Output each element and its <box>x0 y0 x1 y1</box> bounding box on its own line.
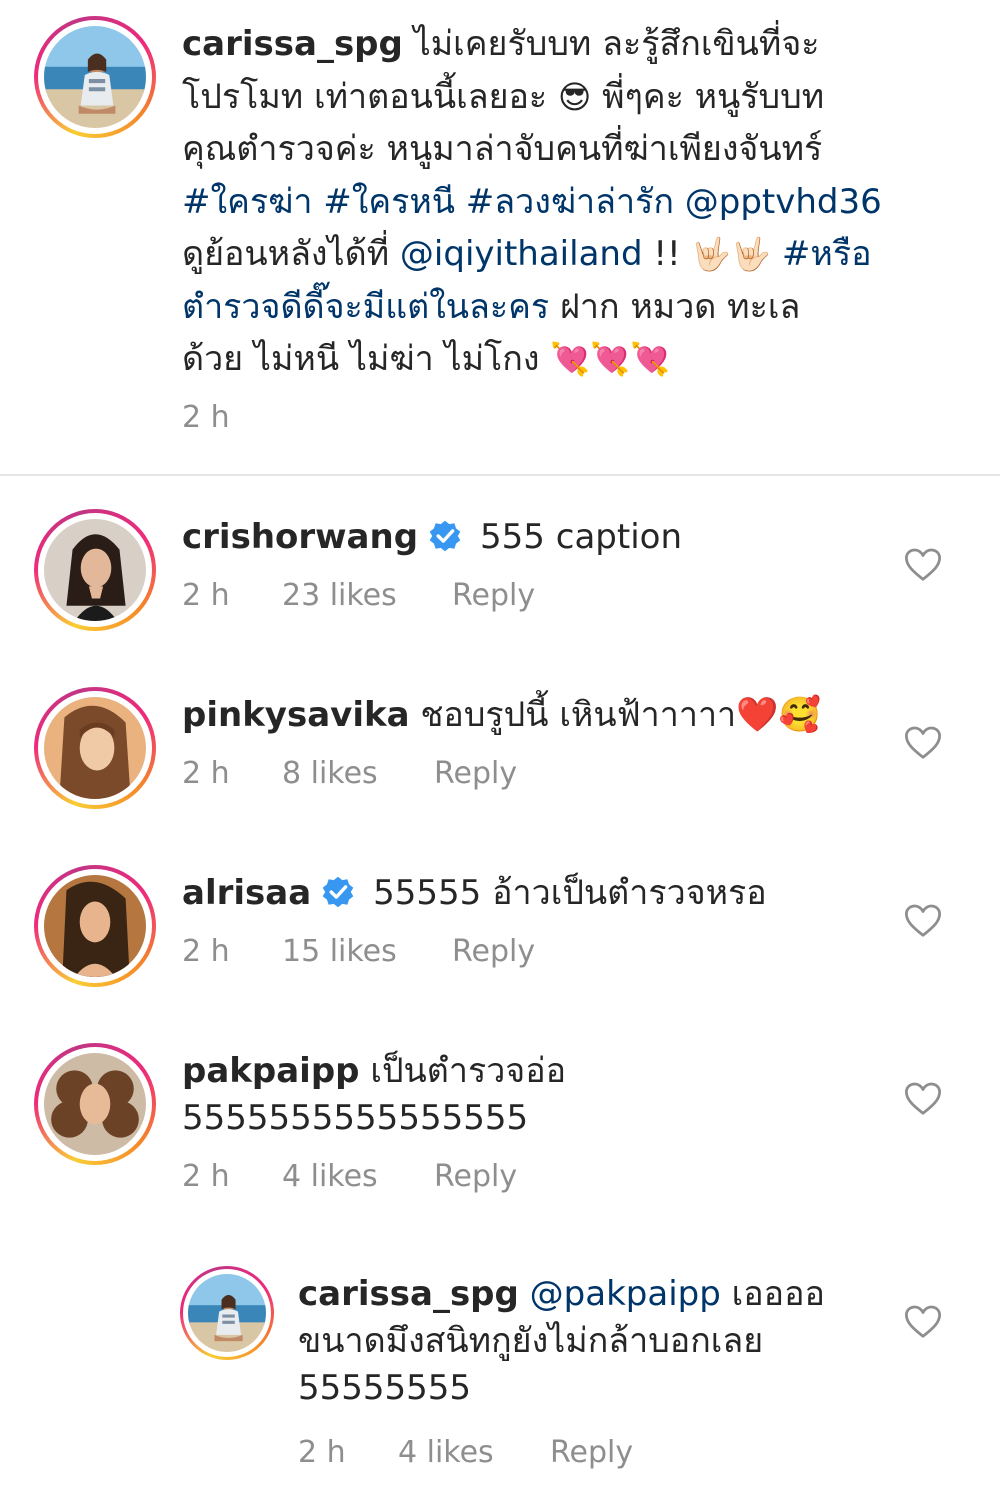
reply-comment: carissa_spg @pakpaipp เออออ ขนาดมึงสนิทก… <box>298 1271 878 1412</box>
caption-text: ไม่เคยรับบท ละรู้สึกเขินที่จะ <box>413 24 820 64</box>
mention-link[interactable]: @pakpaipp <box>530 1274 721 1314</box>
hashtag-link[interactable]: ตำรวจดีดี๊จะมีแต่ในละคร <box>182 287 549 327</box>
heart-outline-icon[interactable] <box>904 547 942 583</box>
comment: pinkysavika ชอบรูปนี้ เหินฟ้าาาาา❤️🥰 <box>182 692 882 739</box>
reply-button[interactable]: Reply <box>434 756 517 791</box>
comment-meta: 2 h 8 likes Reply <box>182 756 517 791</box>
avatar[interactable] <box>34 1043 156 1165</box>
comment-time: 2 h <box>182 756 230 791</box>
comment-text: 55555 อ้าวเป็นตำรวจหรอ <box>373 873 767 913</box>
reply-button[interactable]: Reply <box>434 1159 517 1194</box>
comment-time: 2 h <box>182 934 230 969</box>
post-meta: 2 h <box>182 400 230 435</box>
comment-username[interactable]: crishorwang <box>182 517 418 557</box>
comment-username[interactable]: carissa_spg <box>298 1274 519 1314</box>
post-time: 2 h <box>182 400 230 435</box>
caption-text: พี่ๆคะ หนูรับบท <box>602 76 825 117</box>
hashtag-link[interactable]: #หรือ <box>782 234 872 274</box>
heart-outline-icon[interactable] <box>904 903 942 939</box>
hashtag-link[interactable]: #ใครหนี <box>323 182 455 222</box>
comment-text: ชอบรูปนี้ เหินฟ้าาาาา❤️🥰 <box>420 695 821 735</box>
heart-outline-icon[interactable] <box>904 1081 942 1117</box>
comment-time: 2 h <box>182 578 230 613</box>
comment: alrisaa 55555 อ้าวเป็นตำรวจหรอ <box>182 870 882 917</box>
cool-emoji: 😎 <box>557 77 592 116</box>
comment-text: ขนาดมึงสนิทกูยังไม่กล้าบอกเลย <box>298 1321 764 1361</box>
avatar[interactable] <box>34 687 156 809</box>
caption-text: โปรโมท เท่าตอนนี้เลยอะ <box>182 76 548 117</box>
comment-text: 55555555 <box>298 1368 472 1408</box>
avatar-beach-photo <box>44 26 146 128</box>
comment-likes[interactable]: 4 likes <box>398 1435 550 1470</box>
hearts-emoji: 💘💘💘 <box>550 340 670 378</box>
comment-text: เป็นตำรวจอ่อ <box>370 1051 567 1091</box>
comment-meta: 2 h 4 likes Reply <box>182 1159 517 1194</box>
caption-text: ฝาก หมวด ทะเล <box>549 286 801 327</box>
comment-time: 2 h <box>298 1435 346 1470</box>
comment-text: 555 caption <box>480 517 682 557</box>
avatar-beach-photo <box>188 1274 266 1352</box>
avatar[interactable] <box>34 865 156 987</box>
mention-link[interactable]: @pptvhd36 <box>685 182 882 222</box>
avatar[interactable] <box>34 509 156 631</box>
avatar-portrait-photo <box>44 1053 146 1155</box>
caption-text: ดูย้อนหลังได้ที่ <box>182 234 390 274</box>
verified-badge-icon <box>429 520 461 552</box>
mention-link[interactable]: @iqiyithailand <box>400 234 643 274</box>
comment: crishorwang 555 caption <box>182 514 882 561</box>
comment-meta: 2 h 15 likes Reply <box>182 934 535 969</box>
avatar[interactable] <box>34 16 156 138</box>
caption-text: คุณตำรวจค่ะ หนูมาล่าจับคนที่ฆ่าเพียงจันท… <box>182 129 823 169</box>
post-username[interactable]: carissa_spg <box>182 24 403 64</box>
comment-text: 5555555555555555 <box>182 1098 529 1138</box>
reply-button[interactable]: Reply <box>452 578 535 613</box>
comment-username[interactable]: pakpaipp <box>182 1051 360 1091</box>
avatar[interactable] <box>180 1266 274 1360</box>
avatar-portrait-photo <box>44 875 146 977</box>
comment-likes[interactable]: 23 likes <box>282 578 452 613</box>
comment-meta: 2 h 4 likes Reply <box>298 1435 633 1470</box>
comment-text: เออออ <box>720 1274 825 1314</box>
comment: pakpaipp เป็นตำรวจอ่อ 5555555555555555 <box>182 1048 882 1142</box>
caption-text: !! <box>642 234 692 274</box>
comment-username[interactable]: pinkysavika <box>182 695 410 735</box>
heart-outline-icon[interactable] <box>904 1304 942 1340</box>
reply-button[interactable]: Reply <box>452 934 535 969</box>
comment-likes[interactable]: 4 likes <box>282 1159 434 1194</box>
hashtag-link[interactable]: #ลวงฆ่าล่ารัก <box>466 182 674 222</box>
rock-emoji: 🤟🏻🤟🏻 <box>691 235 772 273</box>
avatar-portrait-photo <box>44 519 146 621</box>
heart-outline-icon[interactable] <box>904 725 942 761</box>
divider <box>0 474 1000 476</box>
comment-meta: 2 h 23 likes Reply <box>182 578 535 613</box>
comment-likes[interactable]: 15 likes <box>282 934 452 969</box>
comment-time: 2 h <box>182 1159 230 1194</box>
avatar-portrait-photo <box>44 697 146 799</box>
verified-badge-icon <box>322 876 354 908</box>
hashtag-link[interactable]: #ใครฆ่า <box>182 182 312 222</box>
caption-text: ด้วย ไม่หนี ไม่ฆ่า ไม่โกง <box>182 339 551 379</box>
comment-username[interactable]: alrisaa <box>182 873 311 913</box>
comment-likes[interactable]: 8 likes <box>282 756 434 791</box>
reply-button[interactable]: Reply <box>550 1435 633 1470</box>
comments-screen: carissa_spg ไม่เคยรับบท ละรู้สึกเขินที่จ… <box>0 0 1000 1511</box>
post-caption: carissa_spg ไม่เคยรับบท ละรู้สึกเขินที่จ… <box>182 18 942 386</box>
